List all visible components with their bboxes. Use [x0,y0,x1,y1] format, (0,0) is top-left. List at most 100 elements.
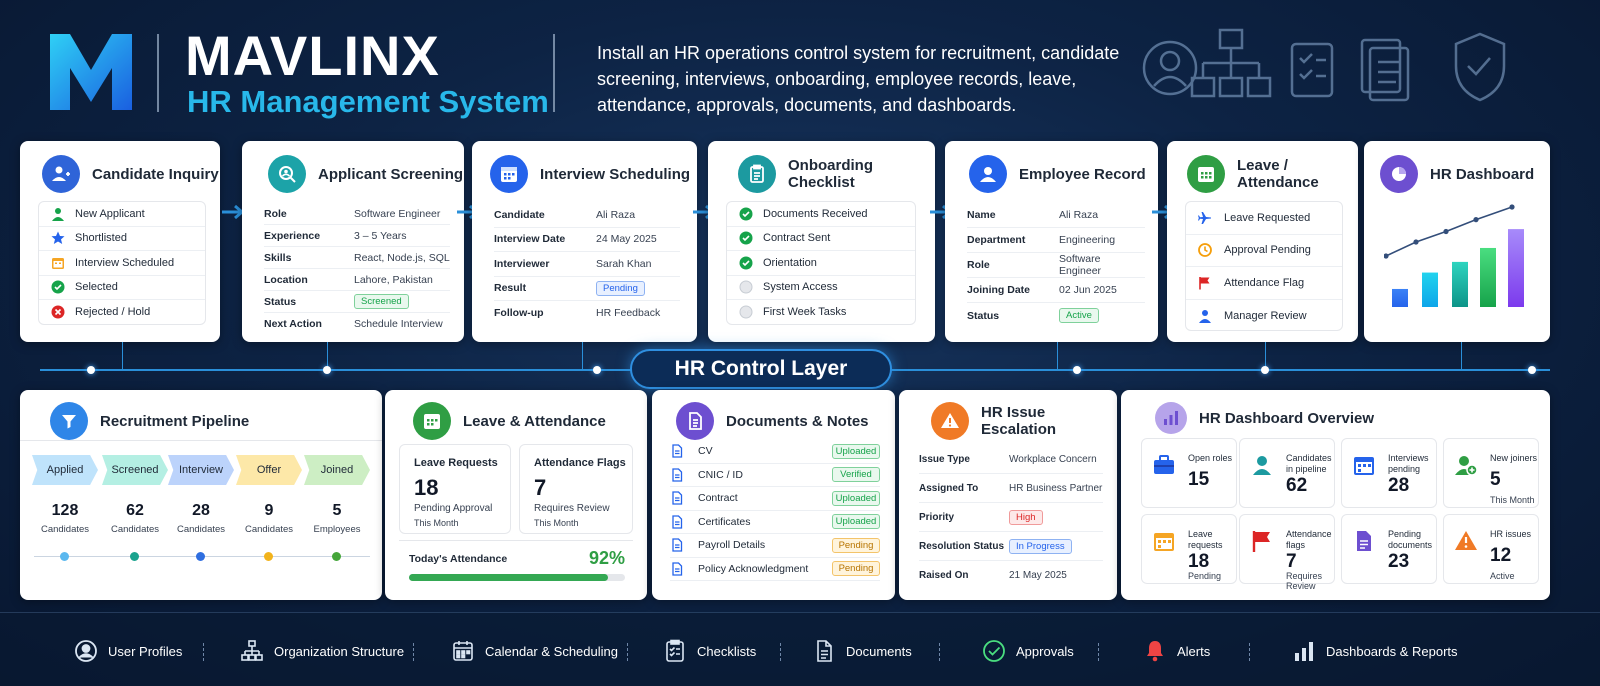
list-item[interactable]: Manager Review [1186,300,1342,333]
stage-count: 9 [264,502,274,519]
employee-record-header: Employee Record [969,155,1146,193]
document-row[interactable]: Payroll Details Pending [670,534,880,558]
document-icon [672,491,683,505]
footer-dashboards-reports[interactable]: Dashboards & Reports [1292,639,1458,663]
leave-and-attendance-card[interactable]: Leave & Attendance Leave Requests 18 Pen… [385,390,647,600]
document-row[interactable]: CV Uploaded [670,440,880,464]
footer-separator [627,643,628,661]
overview-tile[interactable]: Leave requests 18 Pending [1141,514,1237,584]
document-row[interactable]: Contract Uploaded [670,487,880,511]
pipeline-stage-offer[interactable]: Offer [236,455,302,485]
pipeline-stage-joined[interactable]: Joined [304,455,370,485]
checklist-icon [666,639,684,662]
footer-documents[interactable]: Documents [812,639,912,663]
footer-calendar-scheduling[interactable]: Calendar & Scheduling [451,639,618,663]
overview-tile[interactable]: Attendance flags 7 Requires Review [1239,514,1335,591]
dashboard-bar [1392,288,1408,307]
footer-user-profiles[interactable]: User Profiles [74,639,182,663]
overview-tile[interactable]: Interviews pending 28 [1341,438,1437,508]
document-row[interactable]: CNIC / ID Verified [670,464,880,487]
list-item-label: Selected [75,281,118,294]
list-item-label: Leave Requested [1224,211,1311,224]
detail-key: Interview Date [494,233,566,246]
document-row[interactable]: Policy Acknowledgment Pending [670,558,880,581]
footer-checklists[interactable]: Checklists [663,639,756,663]
leave-attendance-card[interactable]: Leave / Attendance Leave Requested Appro… [1167,141,1358,342]
documents-notes-card[interactable]: Documents & Notes CV Uploaded CNIC / ID Ver… [652,390,895,600]
overview-tile[interactable]: Pending documents 23 [1341,514,1437,584]
decorative-icons [1142,28,1506,102]
list-item[interactable]: Leave Requested [1186,202,1342,235]
detail-row: Skills React, Node.js, SQL [264,247,450,269]
applicant-screening-card[interactable]: Applicant Screening Role Software Enginee… [242,141,464,342]
clipboard-icon [738,155,776,193]
footer-approvals[interactable]: Approvals [982,639,1074,663]
attendance-flags-stat[interactable]: Attendance Flags 7 Requires Review This … [519,444,633,534]
list-item[interactable]: Attendance Flag [1186,267,1342,300]
hr-issue-escalation-card[interactable]: HR Issue Escalation Issue Type Workplace … [899,390,1117,600]
checklist-item[interactable]: Orientation [727,251,915,276]
overview-tile[interactable]: Open roles 15 [1141,438,1237,508]
attendance-progress-fill [409,574,608,581]
stat-label: Leave Requests [414,457,498,469]
document-row[interactable]: Certificates Uploaded [670,511,880,534]
detail-value: Sarah Khan [596,257,652,270]
flag-icon [1252,531,1270,552]
detail-key: Name [967,209,996,221]
connector-line [327,342,328,369]
footer-label: Approvals [1016,643,1074,659]
list-item[interactable]: Selected [39,276,205,300]
list-item-label: Rejected / Hold [75,306,151,319]
pipeline-stage-interview[interactable]: Interview [168,455,234,485]
document-status-badge: Verified [832,467,880,483]
employee-record-card[interactable]: Employee Record Name Ali Raza Department E… [945,141,1158,342]
detail-value: React, Node.js, SQL [354,251,450,264]
onboarding-checklist-card[interactable]: Onboarding Checklist Documents Received … [708,141,935,342]
footer-alerts[interactable]: Alerts [1143,639,1210,663]
candidate-inquiry-card[interactable]: Candidate Inquiry New Applicant Shortlis… [20,141,220,342]
hr-dashboard-overview-card[interactable]: HR Dashboard Overview Open roles 15 Candid… [1121,390,1550,600]
connector-line [122,342,123,369]
checklist-item[interactable]: System Access [727,276,915,300]
list-item[interactable]: Shortlisted [39,227,205,251]
overview-tile[interactable]: HR issues 12 Active [1443,514,1539,584]
recruitment-pipeline-card[interactable]: Recruitment Pipeline Applied 128 Candidate… [20,390,382,600]
status-badge: Pending [596,280,645,296]
checklist-item[interactable]: Documents Received [727,202,915,227]
list-item[interactable]: New Applicant [39,202,205,227]
stat-period: This Month [414,518,459,528]
checklist-item[interactable]: Contract Sent [727,227,915,251]
footer-organization-structure[interactable]: Organization Structure [240,639,404,663]
detail-value: Workplace Concern [1009,453,1097,465]
card-title: HR Dashboard Overview [1199,409,1375,427]
add-user-icon [42,155,80,193]
stage-dot [264,552,273,561]
pipeline-stage-screened[interactable]: Screened [102,455,168,485]
list-item[interactable]: Interview Scheduled [39,251,205,276]
dashboard-bar [1452,261,1468,307]
checklist-item[interactable]: First Week Tasks [727,300,915,325]
detail-key: Role [967,259,990,271]
stat-sub: Pending Approval [414,503,493,514]
overview-tile[interactable]: New joiners 5 This Month [1443,438,1539,508]
bell-icon [1147,641,1163,662]
list-item[interactable]: Rejected / Hold [39,300,205,325]
dashboard-trend-point [1443,228,1449,235]
card-title: Onboarding Checklist [788,157,873,191]
pipeline-stage-applied[interactable]: Applied [32,455,98,485]
stage-dot [130,552,139,561]
leave-requests-stat[interactable]: Leave Requests 18 Pending Approval This … [399,444,511,534]
overview-tile[interactable]: Candidates in pipeline 62 [1239,438,1335,508]
detail-value: HR Business Partner [1009,482,1103,494]
tile-label: Attendance flags [1286,529,1332,550]
detail-row: Joining Date 02 Jun 2025 [967,278,1145,303]
detail-key: Interviewer [494,257,550,270]
tile-label: Candidates in pipeline [1286,453,1332,474]
hr-dashboard-card[interactable]: HR Dashboard [1364,141,1550,342]
org-chart-icon [241,640,263,661]
header: MAVLINX HR Management System Install an … [0,0,1600,140]
documents-header: Documents & Notes [676,402,869,440]
list-item[interactable]: Approval Pending [1186,235,1342,267]
interview-scheduling-card[interactable]: Interview Scheduling Candidate Ali Raza I… [472,141,697,342]
hr-control-layer-button[interactable]: HR Control Layer [630,349,892,389]
